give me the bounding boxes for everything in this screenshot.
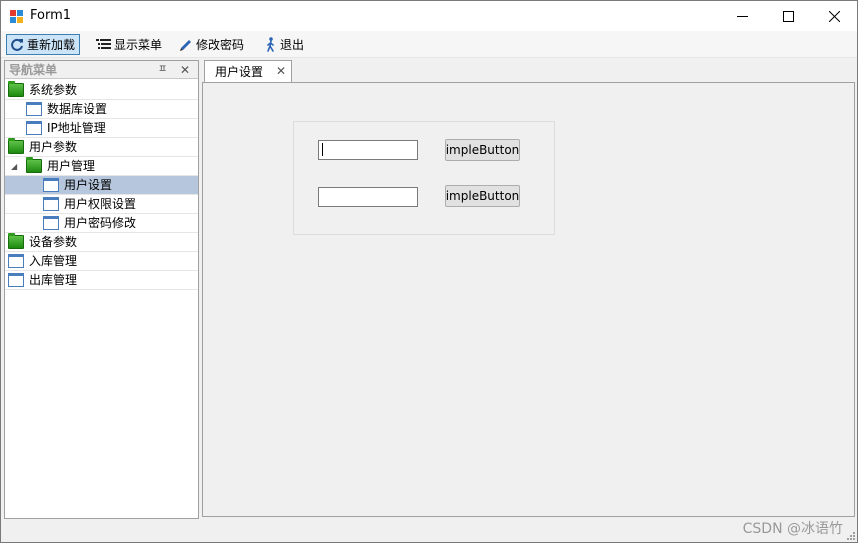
pin-icon[interactable]: ㅍ xyxy=(158,64,167,76)
close-icon xyxy=(828,10,840,22)
tree-node-label: 入库管理 xyxy=(29,254,78,268)
tree-node-label: IP地址管理 xyxy=(47,121,106,135)
simple-button-1[interactable]: impleButton xyxy=(445,139,520,161)
tab-content: impleButton impleButton xyxy=(202,82,855,517)
minimize-button[interactable] xyxy=(719,1,765,31)
tab-label: 用户设置 xyxy=(215,65,264,79)
tree-node-label: 用户设置 xyxy=(64,178,113,192)
tree-node-label: 用户密码修改 xyxy=(64,216,137,230)
reload-label: 重新加载 xyxy=(27,38,76,52)
tree-node-system-params[interactable]: 系统参数 xyxy=(5,81,198,100)
tree-node-user-password[interactable]: 用户密码修改 xyxy=(5,214,198,233)
nav-close-icon[interactable]: ✕ xyxy=(180,63,190,77)
nav-title: 导航菜单 xyxy=(9,63,58,77)
tree-node-inbound[interactable]: 入库管理 xyxy=(5,252,198,271)
tree-node-user-permissions[interactable]: 用户权限设置 xyxy=(5,195,198,214)
resize-grip-icon[interactable] xyxy=(845,530,855,540)
exit-button[interactable]: 退出 xyxy=(262,34,308,55)
window-icon xyxy=(8,254,24,268)
nav-tree: 系统参数 数据库设置 IP地址管理 用户参数 ◢ 用户管理 用户设置 用户权限设… xyxy=(5,81,198,290)
folder-icon xyxy=(8,81,24,97)
tree-node-user-params[interactable]: 用户参数 xyxy=(5,138,198,157)
window-icon xyxy=(43,197,59,211)
window-icon xyxy=(43,178,59,192)
menu-list-icon xyxy=(96,39,111,49)
simple-button-2[interactable]: impleButton xyxy=(445,185,520,207)
folder-icon xyxy=(8,233,24,249)
maximize-button[interactable] xyxy=(765,1,811,31)
window-title: Form1 xyxy=(30,8,72,23)
tree-node-label: 设备参数 xyxy=(29,235,78,249)
folder-icon xyxy=(26,157,42,173)
tree-node-label: 用户参数 xyxy=(29,140,78,154)
change-password-label: 修改密码 xyxy=(196,38,245,52)
tree-node-device-params[interactable]: 设备参数 xyxy=(5,233,198,252)
tab-user-settings[interactable]: 用户设置 ✕ xyxy=(204,60,292,83)
watermark-text: CSDN @冰语竹 xyxy=(742,521,843,537)
form-group-box: impleButton impleButton xyxy=(293,121,555,235)
walking-person-icon xyxy=(267,37,274,52)
tree-node-label: 用户管理 xyxy=(47,159,96,173)
window-icon xyxy=(26,102,42,116)
text-input-1[interactable] xyxy=(318,140,418,160)
window-icon xyxy=(8,273,24,287)
text-caret xyxy=(322,143,323,156)
winforms-app-icon xyxy=(10,10,23,23)
window-icon xyxy=(26,121,42,135)
tree-node-database-settings[interactable]: 数据库设置 xyxy=(5,100,198,119)
maximize-icon xyxy=(782,10,794,22)
tree-node-label: 用户权限设置 xyxy=(64,197,137,211)
status-bar: CSDN @冰语竹 xyxy=(1,520,857,542)
exit-label: 退出 xyxy=(280,38,305,52)
pencil-icon xyxy=(180,39,191,51)
tab-area: 用户设置 ✕ impleButton impleButton xyxy=(202,58,855,517)
change-password-button[interactable]: 修改密码 xyxy=(176,34,248,55)
tab-close-icon[interactable]: ✕ xyxy=(276,64,286,79)
text-input-2[interactable] xyxy=(318,187,418,207)
main-window: Form1 重新加载 显示菜单 修改密码 退出 导航菜单 ㅍ ✕ 系统参数 数据… xyxy=(0,0,858,543)
tree-node-user-management[interactable]: ◢ 用户管理 xyxy=(5,157,198,176)
nav-header: 导航菜单 ㅍ ✕ xyxy=(5,61,198,79)
title-bar[interactable]: Form1 xyxy=(1,1,857,31)
tree-node-user-settings[interactable]: 用户设置 xyxy=(5,176,198,195)
show-menu-button[interactable]: 显示菜单 xyxy=(93,34,166,55)
expanded-arrow-icon[interactable]: ◢ xyxy=(11,163,17,171)
tree-node-label: 系统参数 xyxy=(29,83,78,97)
tree-node-outbound[interactable]: 出库管理 xyxy=(5,271,198,290)
reload-button[interactable]: 重新加载 xyxy=(6,34,81,55)
window-icon xyxy=(43,216,59,230)
show-menu-label: 显示菜单 xyxy=(114,38,163,52)
nav-panel: 导航菜单 ㅍ ✕ 系统参数 数据库设置 IP地址管理 用户参数 ◢ 用户管理 用… xyxy=(4,60,199,519)
folder-icon xyxy=(8,138,24,154)
tree-node-label: 出库管理 xyxy=(29,273,78,287)
close-button[interactable] xyxy=(811,1,857,31)
tree-node-ip-management[interactable]: IP地址管理 xyxy=(5,119,198,138)
toolbar: 重新加载 显示菜单 修改密码 退出 xyxy=(1,31,857,58)
minimize-icon xyxy=(736,15,748,17)
refresh-icon xyxy=(11,38,23,51)
tree-node-label: 数据库设置 xyxy=(47,102,108,116)
